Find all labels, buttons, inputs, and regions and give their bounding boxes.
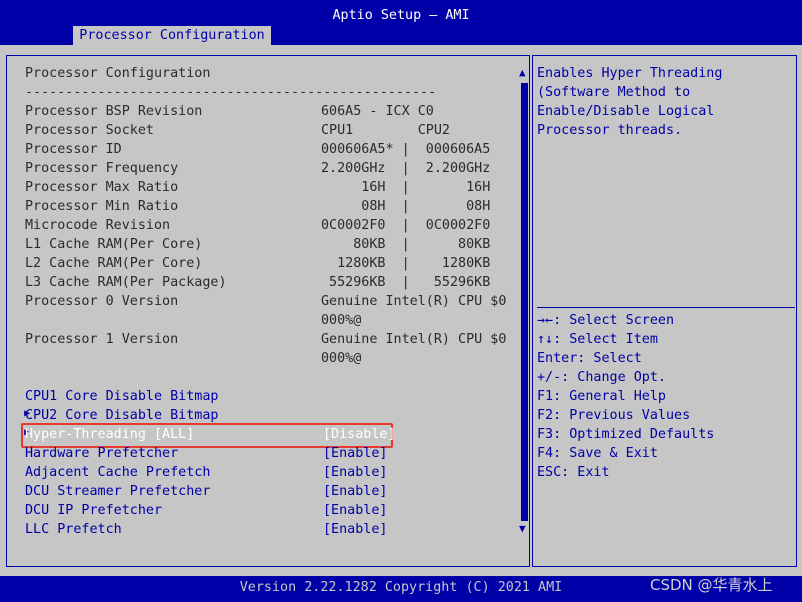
option-value-hardware-prefetcher[interactable]: [Enable] xyxy=(323,446,388,461)
key-optimized-defaults: F3: Optimized Defaults xyxy=(537,427,715,442)
info-label-processor0-version: Processor 0 Version xyxy=(25,294,179,309)
submenu-label-cpu1-core-disable-bitmap[interactable]: CPU1 Core Disable Bitmap xyxy=(25,389,218,404)
info-value-l3-cache: 55296KB | 55296KB xyxy=(321,275,491,290)
info-label-processor-id: Processor ID xyxy=(25,142,122,157)
info-value-frequency: 2.200GHz | 2.200GHz xyxy=(321,161,491,176)
info-value-bsp-revision: 606A5 - ICX C0 xyxy=(321,104,434,119)
help-text-line: Processor threads. xyxy=(537,123,683,138)
window-title: Aptio Setup – AMI xyxy=(332,8,470,23)
info-value-processor1-version: Genuine Intel(R) CPU $0 xyxy=(321,332,507,347)
info-value-processor1-version-cont: 000%@ xyxy=(321,351,362,366)
option-value-llc-prefetch[interactable]: [Enable] xyxy=(323,522,388,537)
section-separator: ----------------------------------------… xyxy=(25,85,437,100)
option-label-hardware-prefetcher[interactable]: Hardware Prefetcher xyxy=(25,446,178,461)
info-value-min-ratio: 08H | 08H xyxy=(321,199,491,214)
info-value-processor0-version: Genuine Intel(R) CPU $0 xyxy=(321,294,507,309)
info-label-max-ratio: Processor Max Ratio xyxy=(25,180,179,195)
help-separator xyxy=(537,307,795,308)
info-label-socket: Processor Socket xyxy=(25,123,154,138)
key-enter-select: Enter: Select xyxy=(537,351,642,366)
info-value-l2-cache: 1280KB | 1280KB xyxy=(321,256,491,271)
option-value-dcu-streamer-prefetcher[interactable]: [Enable] xyxy=(323,484,388,499)
info-label-microcode: Microcode Revision xyxy=(25,218,171,233)
info-value-socket: CPU1 CPU2 xyxy=(321,123,450,138)
option-label-llc-prefetch[interactable]: LLC Prefetch xyxy=(25,522,122,537)
option-label-dcu-streamer-prefetcher[interactable]: DCU Streamer Prefetcher xyxy=(25,484,210,499)
key-esc-exit: ESC: Exit xyxy=(537,465,610,480)
info-value-max-ratio: 16H | 16H xyxy=(321,180,491,195)
key-previous-values: F2: Previous Values xyxy=(537,408,691,423)
scroll-up-arrow-icon[interactable]: ▲ xyxy=(519,66,526,79)
help-text-line: Enable/Disable Logical xyxy=(537,104,715,119)
option-value-hyper-threading[interactable]: [Disable] xyxy=(323,427,396,442)
key-change-opt: +/-: Change Opt. xyxy=(537,370,666,385)
info-value-microcode: 0C0002F0 | 0C0002F0 xyxy=(321,218,491,233)
info-value-l1-cache: 80KB | 80KB xyxy=(321,237,491,252)
info-label-l2-cache: L2 Cache RAM(Per Core) xyxy=(25,256,203,271)
help-text-line: Enables Hyper Threading xyxy=(537,66,723,81)
info-label-l3-cache: L3 Cache RAM(Per Package) xyxy=(25,275,227,290)
option-label-adjacent-cache-prefetch[interactable]: Adjacent Cache Prefetch xyxy=(25,465,210,480)
scrollbar[interactable] xyxy=(521,83,528,521)
option-value-dcu-ip-prefetcher[interactable]: [Enable] xyxy=(323,503,388,518)
info-value-processor0-version-cont: 000%@ xyxy=(321,313,362,328)
scroll-down-arrow-icon[interactable]: ▼ xyxy=(519,522,526,535)
info-label-processor1-version: Processor 1 Version xyxy=(25,332,179,347)
key-save-exit: F4: Save & Exit xyxy=(537,446,658,461)
info-label-min-ratio: Processor Min Ratio xyxy=(25,199,179,214)
info-value-processor-id: 000606A5* | 000606A5 xyxy=(321,142,491,157)
key-general-help: F1: General Help xyxy=(537,389,666,404)
section-title: Processor Configuration xyxy=(25,66,211,81)
tab-processor-configuration[interactable]: Processor Configuration xyxy=(73,26,271,45)
info-label-bsp-revision: Processor BSP Revision xyxy=(25,104,203,119)
help-text-line: (Software Method to xyxy=(537,85,691,100)
option-label-hyper-threading[interactable]: Hyper-Threading [ALL] xyxy=(25,427,194,442)
option-label-dcu-ip-prefetcher[interactable]: DCU IP Prefetcher xyxy=(25,503,162,518)
key-select-item: ↑↓: Select Item xyxy=(537,332,658,347)
info-label-l1-cache: L1 Cache RAM(Per Core) xyxy=(25,237,203,252)
info-label-frequency: Processor Frequency xyxy=(25,161,179,176)
submenu-label-cpu2-core-disable-bitmap[interactable]: CPU2 Core Disable Bitmap xyxy=(25,408,218,423)
watermark-text: CSDN @华青水上 xyxy=(650,576,773,594)
option-value-adjacent-cache-prefetch[interactable]: [Enable] xyxy=(323,465,388,480)
key-select-screen: →←: Select Screen xyxy=(537,313,675,328)
